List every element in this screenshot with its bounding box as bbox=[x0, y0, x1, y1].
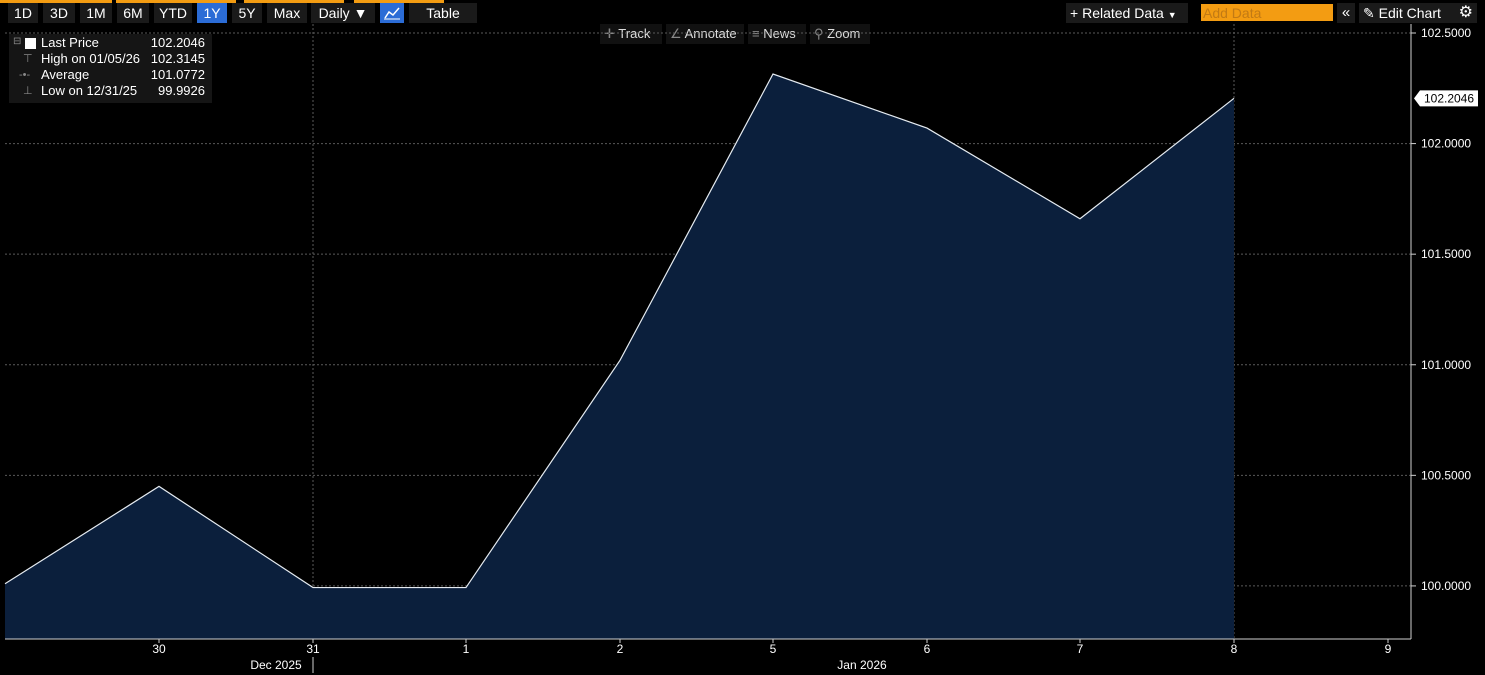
x-tick-label: 31 bbox=[306, 642, 320, 656]
x-tick-label: 7 bbox=[1077, 642, 1084, 656]
range-6m-button[interactable]: 6M bbox=[117, 3, 149, 23]
pen-icon: ∠ bbox=[670, 26, 682, 41]
last-price-value: 102.2046 bbox=[150, 35, 205, 50]
track-label: Track bbox=[618, 26, 651, 41]
y-tick-label: 100.5000 bbox=[1421, 468, 1471, 482]
add-data-input[interactable] bbox=[1201, 4, 1333, 21]
range-ytd-button[interactable]: YTD bbox=[154, 3, 192, 23]
x-tick-label: 6 bbox=[924, 642, 931, 656]
related-data-label: Related Data bbox=[1082, 5, 1164, 21]
dropdown-arrow-icon: ▼ bbox=[353, 5, 368, 21]
y-tick-label: 102.0000 bbox=[1421, 137, 1471, 151]
range-max-button[interactable]: Max bbox=[267, 3, 307, 23]
table-button[interactable]: Table bbox=[409, 3, 477, 23]
high-label: High on 01/05/26 bbox=[41, 51, 141, 66]
pencil-icon: ✎ bbox=[1363, 5, 1375, 21]
price-area bbox=[5, 74, 1234, 640]
dropdown-arrow-icon: ▼ bbox=[1167, 10, 1177, 20]
edit-chart-label: Edit Chart bbox=[1378, 5, 1441, 21]
annotate-button[interactable]: ∠ Annotate bbox=[666, 24, 744, 44]
news-icon: ≡ bbox=[752, 26, 760, 41]
x-group-label: Dec 2025 bbox=[250, 658, 302, 672]
high-marker-icon: ⊤ bbox=[23, 53, 33, 65]
range-1d-button[interactable]: 1D bbox=[8, 3, 38, 23]
x-tick-label: 30 bbox=[152, 642, 166, 656]
average-marker-icon: -•- bbox=[19, 69, 31, 81]
price-chart: 100.0000 100.5000 101.0000 101.5000 102.0000… bbox=[4, 24, 1478, 673]
legend-low: ⊥ Low on 12/31/25 99.9926 bbox=[9, 83, 212, 99]
x-tick-label: 9 bbox=[1385, 642, 1392, 656]
legend-last-price: ⊟ Last Price 102.2046 bbox=[9, 35, 212, 51]
news-button[interactable]: ≡ News bbox=[748, 24, 806, 44]
annotate-label: Annotate bbox=[684, 26, 737, 41]
average-value: 101.0772 bbox=[150, 67, 205, 82]
crosshair-icon: ✛ bbox=[604, 26, 615, 41]
frequency-label: Daily bbox=[318, 5, 350, 21]
range-1m-button[interactable]: 1M bbox=[80, 3, 112, 23]
x-tick-label: 2 bbox=[617, 642, 624, 656]
legend-high: ⊤ High on 01/05/26 102.3145 bbox=[9, 51, 212, 67]
low-label: Low on 12/31/25 bbox=[41, 83, 138, 98]
low-value: 99.9926 bbox=[158, 83, 205, 98]
x-tick-label: 8 bbox=[1231, 642, 1238, 656]
legend-average: -•- Average 101.0772 bbox=[9, 67, 212, 83]
gear-icon[interactable]: ⚙ bbox=[1459, 3, 1473, 23]
range-5y-button[interactable]: 5Y bbox=[232, 3, 262, 23]
average-label: Average bbox=[41, 67, 90, 82]
collapse-legend-icon[interactable]: ⊟ bbox=[13, 34, 21, 50]
track-button[interactable]: ✛ Track bbox=[600, 24, 662, 44]
zoom-button[interactable]: ⚲ Zoom bbox=[810, 24, 870, 44]
series-swatch bbox=[25, 38, 36, 49]
zoom-label: Zoom bbox=[827, 26, 861, 41]
low-marker-icon: ⊥ bbox=[23, 85, 33, 97]
line-chart-button[interactable] bbox=[380, 3, 404, 23]
last-price-label: 102.2046 bbox=[1424, 91, 1474, 105]
x-group-label: Jan 2026 bbox=[837, 658, 887, 672]
range-3d-button[interactable]: 3D bbox=[43, 3, 75, 23]
y-tick-label: 100.0000 bbox=[1421, 579, 1471, 593]
x-axis-ticks: 30 31 1 2 5 6 7 8 9 Dec 2025 Jan 2026 bbox=[152, 639, 1392, 673]
x-tick-label: 1 bbox=[463, 642, 470, 656]
y-tick-label: 101.0000 bbox=[1421, 358, 1471, 372]
last-price-box bbox=[1414, 90, 1478, 107]
y-axis-ticks: 100.0000 100.5000 101.0000 101.5000 102.0000… bbox=[1411, 26, 1471, 593]
frequency-dropdown[interactable]: Daily ▼ bbox=[311, 3, 375, 23]
range-1y-button[interactable]: 1Y bbox=[197, 3, 227, 23]
related-data-button[interactable]: + Related Data ▼ bbox=[1066, 3, 1188, 23]
magnifier-icon: ⚲ bbox=[814, 26, 824, 41]
plus-icon: + bbox=[1070, 5, 1079, 21]
line-chart-icon bbox=[384, 7, 400, 20]
legend: ⊟ Last Price 102.2046 ⊤ High on 01/05/26… bbox=[9, 34, 212, 103]
edit-chart-button[interactable]: ✎ Edit Chart ⚙ bbox=[1359, 3, 1477, 23]
collapse-icon[interactable]: « bbox=[1337, 3, 1355, 23]
x-tick-label: 5 bbox=[770, 642, 777, 656]
y-tick-label: 101.5000 bbox=[1421, 247, 1471, 261]
news-label: News bbox=[763, 26, 796, 41]
high-value: 102.3145 bbox=[150, 51, 205, 66]
last-price-marker: 102.2046 bbox=[1414, 90, 1478, 107]
gridlines bbox=[5, 24, 1411, 639]
y-tick-label: 102.5000 bbox=[1421, 26, 1471, 40]
last-price-label: Last Price bbox=[41, 35, 99, 50]
price-line bbox=[4, 73, 1235, 589]
